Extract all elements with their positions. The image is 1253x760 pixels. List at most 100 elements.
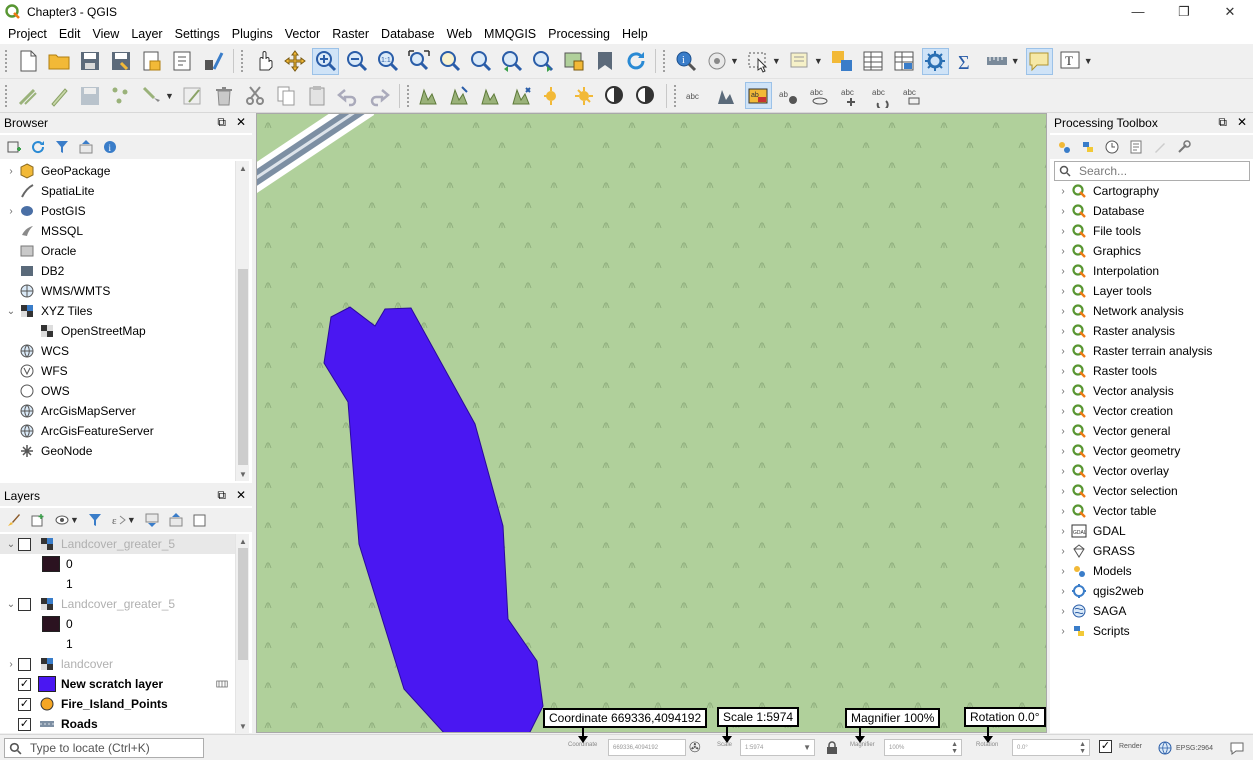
toolbox-group[interactable]: › qgis2web [1050,581,1253,601]
expand-arrow-icon[interactable]: › [1056,566,1070,577]
pin-diagrams-icon[interactable] [478,82,505,109]
zoom-to-selection-icon[interactable] [436,48,463,75]
toolbox-group[interactable]: › Cartography [1050,181,1253,201]
show-hide-labels-icon[interactable] [509,82,536,109]
filter-expression-icon[interactable]: ε [109,510,129,530]
expand-arrow-icon[interactable]: › [1056,326,1070,337]
menu-settings[interactable]: Settings [169,27,226,41]
render-toggle[interactable]: ✓ Render [1099,740,1142,753]
deselect-all-icon[interactable] [829,48,856,75]
expand-arrow-icon[interactable]: › [1056,226,1070,237]
float-panel-icon[interactable]: ⧉ [217,115,226,130]
expand-arrow-icon[interactable]: › [4,659,18,670]
toolbox-group[interactable]: › Vector overlay [1050,461,1253,481]
expand-arrow-icon[interactable]: › [1056,346,1070,357]
browser-item[interactable]: › GeoPackage [0,161,236,181]
toggle-editing-icon[interactable] [45,82,72,109]
expand-arrow-icon[interactable]: › [1056,486,1070,497]
options-wrench-icon[interactable] [1174,137,1194,157]
expand-arrow-icon[interactable]: ⌄ [4,539,18,550]
chevron-down-icon[interactable]: ▼ [730,56,739,66]
toolbar-grip[interactable] [672,83,677,108]
toolbar-grip[interactable] [240,49,244,73]
spin-arrows-icon[interactable]: ▲ ▼ [1079,741,1086,755]
chevron-down-icon[interactable]: ▼ [1084,56,1093,66]
browser-item[interactable]: OpenStreetMap [0,321,236,341]
toolbox-group[interactable]: › Raster terrain analysis [1050,341,1253,361]
zoom-last-icon[interactable] [498,48,525,75]
toolbar-grip[interactable] [662,49,666,73]
statistics-sum-icon[interactable]: Σ [953,48,980,75]
toolbox-group[interactable]: › Vector geometry [1050,441,1253,461]
select-features-icon[interactable] [745,48,772,75]
menu-database[interactable]: Database [375,27,441,41]
identify-icon[interactable]: i [672,48,699,75]
layers-scrollbar[interactable]: ▲ ▼ [235,534,249,733]
menu-mmqgis[interactable]: MMQGIS [478,27,542,41]
rotate-label-icon[interactable] [571,82,598,109]
close-panel-icon[interactable]: ✕ [236,115,246,130]
layer-item[interactable]: › landcover [0,654,236,674]
expand-arrow-icon[interactable]: › [1056,266,1070,277]
undo-icon[interactable] [335,82,362,109]
scroll-up-icon[interactable]: ▲ [236,534,250,548]
change-label-icon[interactable] [602,82,629,109]
chevron-down-icon[interactable]: ▼ [70,515,79,525]
chevron-down-icon[interactable]: ▼ [803,743,811,752]
add-feature-icon[interactable] [107,82,134,109]
layer-visibility-checkbox[interactable]: ✓ [18,717,31,731]
toolbox-group[interactable]: › SAGA [1050,601,1253,621]
properties-info-icon[interactable]: i [100,137,120,157]
menu-edit[interactable]: Edit [53,27,87,41]
edit-features-in-place-icon[interactable] [1150,137,1170,157]
expand-arrow-icon[interactable]: › [1056,426,1070,437]
visibility-eye-icon[interactable] [52,510,72,530]
remove-layer-icon[interactable] [190,510,210,530]
toolbox-group[interactable]: › Vector table [1050,501,1253,521]
close-button[interactable]: ✕ [1207,0,1253,23]
expand-arrow-icon[interactable]: › [1056,526,1070,537]
toolbox-group[interactable]: › Raster tools [1050,361,1253,381]
toolbox-group[interactable]: › Vector general [1050,421,1253,441]
expand-arrow-icon[interactable]: › [4,206,18,217]
zoom-next-icon[interactable] [529,48,556,75]
menu-project[interactable]: Project [2,27,53,41]
chevron-down-icon[interactable]: ▼ [127,515,136,525]
toolbar-grip[interactable] [405,83,410,108]
browser-item[interactable]: WFS [0,361,236,381]
collapse-all-icon[interactable] [166,510,186,530]
layer-visibility-checkbox[interactable]: ✓ [18,677,31,691]
copy-features-icon[interactable] [273,82,300,109]
legend-item[interactable]: 0 [0,554,236,574]
scroll-down-icon[interactable]: ▼ [236,719,250,733]
layout-manager-icon[interactable] [169,48,196,75]
browser-item[interactable]: › PostGIS [0,201,236,221]
toolbox-search-input[interactable]: Search... [1054,161,1250,181]
map-tips-icon[interactable] [1025,47,1053,75]
float-panel-icon[interactable]: ⧉ [217,488,226,503]
run-feature-action-icon[interactable] [703,48,730,75]
menu-web[interactable]: Web [441,27,478,41]
layer-visibility-checkbox[interactable] [18,597,31,611]
text-annotation-icon[interactable]: T [1057,48,1084,75]
highlight-pinned-labels-icon[interactable] [447,82,474,109]
expand-arrow-icon[interactable]: › [1056,546,1070,557]
expand-arrow-icon[interactable]: › [1056,466,1070,477]
history-icon[interactable] [1102,137,1122,157]
style-manager-icon[interactable] [200,48,227,75]
browser-item[interactable]: ArcGisFeatureServer [0,421,236,441]
toolbox-group[interactable]: › Layer tools [1050,281,1253,301]
toolbox-group[interactable]: › Graphics [1050,241,1253,261]
coordinate-toggle-icon[interactable]: ✇ [689,739,701,756]
new-project-icon[interactable] [14,48,41,75]
layer-visibility-checkbox[interactable] [18,537,31,551]
menu-view[interactable]: View [86,27,125,41]
toolbar-grip[interactable] [4,83,8,108]
layer-visibility-checkbox[interactable]: ✓ [18,697,31,711]
toolbox-group[interactable]: › Vector creation [1050,401,1253,421]
add-group-icon[interactable] [28,510,48,530]
toolbox-group[interactable]: › Scripts [1050,621,1253,641]
layer-item[interactable]: ✓ New scratch layer [0,674,236,694]
expand-arrow-icon[interactable]: ⌄ [4,599,18,610]
label-move-icon[interactable]: abc [838,82,865,109]
